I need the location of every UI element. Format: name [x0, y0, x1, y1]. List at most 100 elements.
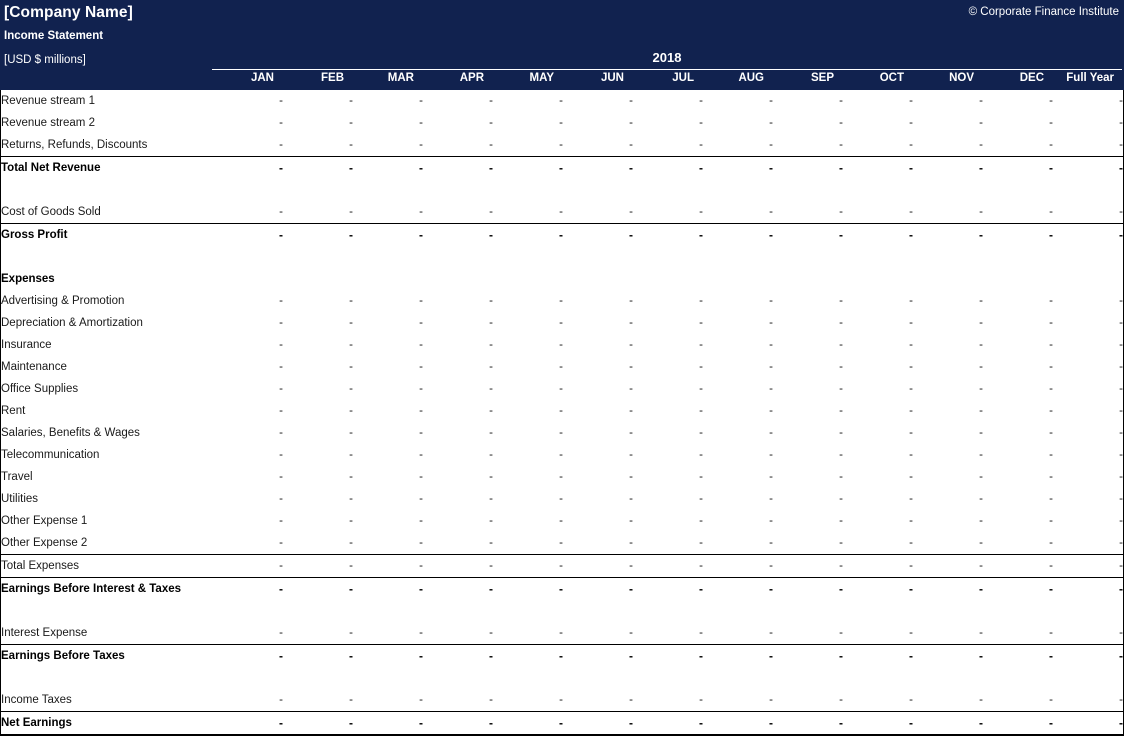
- cell-dec[interactable]: -: [983, 156, 1053, 179]
- cell-aug[interactable]: -: [703, 554, 773, 578]
- cell-aug[interactable]: -: [703, 644, 773, 667]
- cell-feb[interactable]: -: [283, 201, 353, 224]
- cell-jul[interactable]: -: [633, 334, 703, 356]
- cell-dec[interactable]: -: [983, 334, 1053, 356]
- cell-aug[interactable]: -: [703, 156, 773, 179]
- cell-apr[interactable]: -: [423, 554, 493, 578]
- cell-nov[interactable]: -: [913, 644, 983, 667]
- cell-jun[interactable]: -: [563, 378, 633, 400]
- cell-nov[interactable]: -: [913, 488, 983, 510]
- cell-nov[interactable]: -: [913, 156, 983, 179]
- cell-oct[interactable]: -: [843, 223, 913, 246]
- cell-nov[interactable]: -: [913, 444, 983, 466]
- cell-jan[interactable]: -: [213, 134, 283, 157]
- cell-feb[interactable]: -: [283, 90, 353, 112]
- cell-jun[interactable]: -: [563, 312, 633, 334]
- cell-may[interactable]: -: [493, 510, 563, 532]
- cell-oct[interactable]: -: [843, 466, 913, 488]
- cell-jun[interactable]: -: [563, 134, 633, 157]
- cell-jan[interactable]: -: [213, 334, 283, 356]
- cell-dec[interactable]: -: [983, 577, 1053, 600]
- cell-sep[interactable]: -: [773, 400, 843, 422]
- cell-nov[interactable]: -: [913, 134, 983, 157]
- cell-jan[interactable]: -: [213, 356, 283, 378]
- cell-full_year[interactable]: -: [1053, 466, 1123, 488]
- cell-jan[interactable]: -: [213, 689, 283, 712]
- cell-jul[interactable]: -: [633, 290, 703, 312]
- cell-may[interactable]: -: [493, 532, 563, 555]
- cell-jul[interactable]: -: [633, 400, 703, 422]
- cell-feb[interactable]: -: [283, 400, 353, 422]
- cell-may[interactable]: -: [493, 112, 563, 134]
- cell-jan[interactable]: -: [213, 378, 283, 400]
- cell-mar[interactable]: -: [353, 577, 423, 600]
- cell-sep[interactable]: -: [773, 156, 843, 179]
- cell-jan[interactable]: -: [213, 644, 283, 667]
- cell-oct[interactable]: -: [843, 422, 913, 444]
- cell-apr[interactable]: -: [423, 290, 493, 312]
- cell-oct[interactable]: -: [843, 644, 913, 667]
- cell-full_year[interactable]: -: [1053, 554, 1123, 578]
- cell-oct[interactable]: -: [843, 711, 913, 735]
- cell-nov[interactable]: -: [913, 400, 983, 422]
- cell-aug[interactable]: -: [703, 223, 773, 246]
- cell-oct[interactable]: -: [843, 378, 913, 400]
- cell-apr[interactable]: -: [423, 488, 493, 510]
- cell-oct[interactable]: -: [843, 400, 913, 422]
- cell-sep[interactable]: -: [773, 644, 843, 667]
- cell-nov[interactable]: -: [913, 112, 983, 134]
- cell-may[interactable]: -: [493, 711, 563, 735]
- cell-jul[interactable]: -: [633, 711, 703, 735]
- cell-may[interactable]: -: [493, 134, 563, 157]
- cell-nov[interactable]: -: [913, 689, 983, 712]
- cell-nov[interactable]: -: [913, 312, 983, 334]
- cell-jul[interactable]: -: [633, 644, 703, 667]
- cell-jan[interactable]: -: [213, 201, 283, 224]
- cell-feb[interactable]: -: [283, 156, 353, 179]
- cell-dec[interactable]: -: [983, 510, 1053, 532]
- cell-jul[interactable]: -: [633, 622, 703, 645]
- cell-nov[interactable]: -: [913, 554, 983, 578]
- cell-full_year[interactable]: -: [1053, 334, 1123, 356]
- cell-oct[interactable]: -: [843, 90, 913, 112]
- cell-may[interactable]: -: [493, 334, 563, 356]
- cell-jan[interactable]: -: [213, 112, 283, 134]
- cell-full_year[interactable]: -: [1053, 290, 1123, 312]
- cell-nov[interactable]: -: [913, 622, 983, 645]
- cell-jul[interactable]: -: [633, 689, 703, 712]
- cell-may[interactable]: -: [493, 223, 563, 246]
- cell-jul[interactable]: -: [633, 577, 703, 600]
- cell-sep[interactable]: -: [773, 290, 843, 312]
- cell-apr[interactable]: -: [423, 711, 493, 735]
- cell-sep[interactable]: -: [773, 488, 843, 510]
- cell-aug[interactable]: -: [703, 356, 773, 378]
- cell-oct[interactable]: -: [843, 510, 913, 532]
- cell-apr[interactable]: -: [423, 134, 493, 157]
- cell-jul[interactable]: -: [633, 510, 703, 532]
- cell-full_year[interactable]: -: [1053, 312, 1123, 334]
- cell-apr[interactable]: -: [423, 312, 493, 334]
- cell-oct[interactable]: -: [843, 689, 913, 712]
- cell-dec[interactable]: -: [983, 622, 1053, 645]
- cell-sep[interactable]: -: [773, 90, 843, 112]
- cell-dec[interactable]: -: [983, 290, 1053, 312]
- cell-mar[interactable]: -: [353, 334, 423, 356]
- cell-aug[interactable]: -: [703, 577, 773, 600]
- cell-oct[interactable]: -: [843, 334, 913, 356]
- cell-nov[interactable]: -: [913, 532, 983, 555]
- cell-dec[interactable]: -: [983, 466, 1053, 488]
- cell-aug[interactable]: -: [703, 422, 773, 444]
- cell-dec[interactable]: -: [983, 201, 1053, 224]
- cell-full_year[interactable]: -: [1053, 510, 1123, 532]
- cell-dec[interactable]: -: [983, 422, 1053, 444]
- cell-may[interactable]: -: [493, 466, 563, 488]
- cell-may[interactable]: -: [493, 90, 563, 112]
- cell-mar[interactable]: -: [353, 554, 423, 578]
- cell-aug[interactable]: -: [703, 112, 773, 134]
- cell-full_year[interactable]: -: [1053, 400, 1123, 422]
- cell-feb[interactable]: -: [283, 622, 353, 645]
- cell-mar[interactable]: -: [353, 112, 423, 134]
- cell-aug[interactable]: -: [703, 689, 773, 712]
- cell-full_year[interactable]: -: [1053, 201, 1123, 224]
- cell-sep[interactable]: -: [773, 356, 843, 378]
